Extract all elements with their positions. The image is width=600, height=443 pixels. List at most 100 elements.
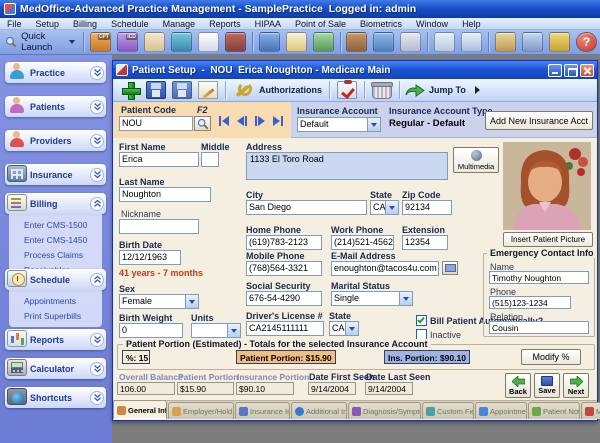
jump-to-button[interactable]: Jump To xyxy=(429,85,466,95)
address-input[interactable]: 1133 El Toro Road xyxy=(246,152,448,180)
chevron-down-icon[interactable] xyxy=(90,391,104,405)
facility-icon[interactable] xyxy=(225,32,246,52)
sidebar-item-process-claims[interactable]: Process Claims xyxy=(24,247,102,262)
marital-status-select[interactable]: Single xyxy=(331,291,413,306)
sidebar-header-insurance[interactable]: Insurance xyxy=(5,164,106,185)
modify-percent-button[interactable]: Modify % xyxy=(521,349,581,365)
birth-date-input[interactable]: 12/12/1963 xyxy=(119,250,181,265)
units-select[interactable] xyxy=(191,323,241,338)
chevron-down-icon[interactable] xyxy=(90,168,104,182)
sidebar-header-billing[interactable]: Billing xyxy=(5,193,106,214)
cpt-codes-icon[interactable]: CPT xyxy=(90,32,111,52)
menu-billing[interactable]: Billing xyxy=(66,19,104,29)
sidebar-header-patients[interactable]: Patients xyxy=(5,96,106,117)
sidebar-header-schedule[interactable]: Schedule xyxy=(5,269,106,290)
icd-codes-icon[interactable]: ICD xyxy=(117,32,138,52)
verify-icon[interactable] xyxy=(337,81,357,99)
multimedia-button[interactable]: Multimedia xyxy=(453,147,499,173)
next-record-button[interactable] xyxy=(255,116,265,126)
work-phone-input[interactable]: (214)521-4562 xyxy=(331,235,394,250)
sidebar-item-print-superbills[interactable]: Print Superbills xyxy=(24,308,102,323)
menu-window[interactable]: Window xyxy=(409,19,455,29)
chevron-down-icon[interactable] xyxy=(90,333,104,347)
sidebar-item-appointments[interactable]: Appointments xyxy=(24,293,102,308)
insurance-account-select[interactable]: Default xyxy=(297,117,381,132)
more-options-icon[interactable] xyxy=(475,86,480,94)
last-record-button[interactable] xyxy=(273,116,283,126)
statements-icon[interactable] xyxy=(373,32,394,52)
email-input[interactable]: enoughton@tacos4u.com xyxy=(331,261,439,276)
maximize-button[interactable] xyxy=(564,64,578,77)
tab-patient-notes[interactable]: Patient Notes xyxy=(528,402,580,419)
patient-code-input[interactable]: NOU xyxy=(119,116,193,131)
provider-document-icon[interactable] xyxy=(400,32,421,52)
ssn-input[interactable]: 676-54-4290 xyxy=(246,291,322,306)
certificate-icon[interactable] xyxy=(198,32,219,52)
first-name-input[interactable]: Erica xyxy=(119,152,199,167)
sidebar-header-shortcuts[interactable]: Shortcuts xyxy=(5,387,106,408)
sex-select[interactable]: Female xyxy=(119,294,199,309)
minimize-button[interactable] xyxy=(548,64,562,77)
sidebar-header-providers[interactable]: Providers xyxy=(5,130,106,151)
dropdown-arrow-icon[interactable] xyxy=(345,322,358,335)
sidebar-header-practice[interactable]: Practice xyxy=(5,62,106,83)
state-select[interactable]: CA xyxy=(370,200,399,215)
menu-biometrics[interactable]: Biometrics xyxy=(353,19,409,29)
menu-manage[interactable]: Manage xyxy=(156,19,203,29)
help-icon[interactable]: ? xyxy=(576,32,597,52)
extension-input[interactable]: 12354 xyxy=(402,235,448,250)
menu-hipaa[interactable]: HIPAA xyxy=(248,19,288,29)
delete-icon[interactable] xyxy=(372,84,392,99)
tab-additional-info[interactable]: Additional Info xyxy=(291,402,347,419)
tab-appointments[interactable]: Appointments xyxy=(475,402,527,419)
menu-file[interactable]: File xyxy=(0,19,29,29)
chart-icon[interactable] xyxy=(495,32,516,52)
add-new-insurance-button[interactable]: Add New Insurance Acct xyxy=(485,111,593,130)
patient-card-icon[interactable] xyxy=(144,32,165,52)
email-button[interactable] xyxy=(442,261,458,275)
save-icon[interactable] xyxy=(146,81,166,99)
document-clock-icon[interactable] xyxy=(434,32,455,52)
last-name-input[interactable]: Noughton xyxy=(119,187,211,202)
chevron-down-icon[interactable] xyxy=(90,134,104,148)
zip-code-input[interactable]: 92134 xyxy=(402,200,452,215)
dropdown-arrow-icon[interactable] xyxy=(399,292,412,305)
menu-point-of-sale[interactable]: Point of Sale xyxy=(288,19,353,29)
middle-input[interactable] xyxy=(201,152,219,167)
authorizations-icon[interactable] xyxy=(233,81,253,99)
patient-icon[interactable] xyxy=(346,32,367,52)
menu-schedule[interactable]: Schedule xyxy=(104,19,156,29)
save-all-icon[interactable] xyxy=(172,81,192,99)
birth-weight-input[interactable]: 0 xyxy=(119,323,183,338)
authorizations-button[interactable]: Authorizations xyxy=(259,85,322,95)
sidebar-item-enter-cms-1500[interactable]: Enter CMS-1500 xyxy=(24,217,102,232)
jump-to-icon[interactable] xyxy=(404,82,426,98)
new-patient-icon[interactable] xyxy=(120,81,140,99)
chevron-up-icon[interactable] xyxy=(90,273,104,287)
claims-transfer-icon[interactable] xyxy=(259,32,280,52)
lab-icon[interactable] xyxy=(171,32,192,52)
ledger-icon[interactable] xyxy=(313,32,334,52)
dropdown-arrow-icon[interactable] xyxy=(367,118,380,131)
next-button[interactable]: Next xyxy=(563,373,589,398)
dl-state-select[interactable]: CA xyxy=(329,321,359,336)
home-phone-input[interactable]: (619)783-2123 xyxy=(246,235,322,250)
chevron-down-icon[interactable] xyxy=(90,100,104,114)
scheduler-icon[interactable] xyxy=(461,32,482,52)
menu-setup[interactable]: Setup xyxy=(29,19,67,29)
save-button[interactable]: Save xyxy=(534,373,560,398)
dropdown-arrow-icon[interactable] xyxy=(385,201,398,214)
first-record-button[interactable] xyxy=(219,116,229,126)
emergency-phone-input[interactable]: (515)123-1234 xyxy=(489,296,571,309)
nickname-input[interactable] xyxy=(119,219,199,234)
drivers-license-input[interactable]: CA2145111111 xyxy=(246,321,324,336)
close-button[interactable] xyxy=(580,64,594,77)
bill-automatically-checkbox[interactable] xyxy=(416,315,427,326)
back-button[interactable]: Back xyxy=(505,373,531,398)
quick-launch-button[interactable]: Quick Launch xyxy=(0,31,80,53)
previous-record-button[interactable] xyxy=(237,116,247,126)
tab-diagnosis-symptoms[interactable]: Diagnosis/Symptoms xyxy=(348,402,421,419)
chevron-up-icon[interactable] xyxy=(90,197,104,211)
tab-insurance-info[interactable]: Insurance Info xyxy=(235,402,290,419)
patient-search-button[interactable] xyxy=(194,116,211,131)
